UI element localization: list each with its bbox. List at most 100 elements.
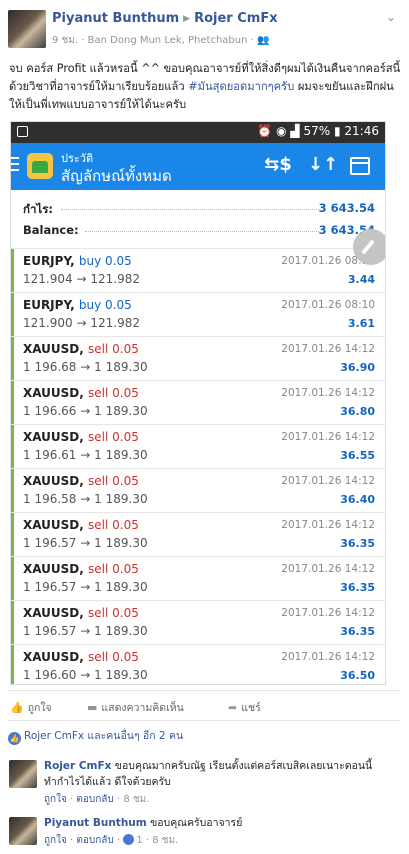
trade-date: 2017.01.26 08:10 bbox=[281, 299, 375, 311]
like-button[interactable]: 👍 ถูกใจ bbox=[10, 699, 52, 716]
trade-open-price: 1 196.60 bbox=[23, 668, 77, 682]
comment-icon: ▬ bbox=[87, 701, 98, 714]
currency-sort-icon: ⇆$ bbox=[264, 154, 292, 175]
comment-like-button[interactable]: ถูกใจ bbox=[44, 835, 67, 846]
trade-date: 2017.01.26 14:12 bbox=[281, 519, 375, 531]
trade-symbol: XAUUSD, bbox=[23, 562, 84, 576]
trade-history-list: EURJPY, buy 0.05 121.904 → 121.982 2017.01… bbox=[11, 248, 385, 684]
post-text: จบ คอร์ส Profit แล้วหรอนี้ ^^ ขอบคุณอาจา… bbox=[9, 60, 401, 114]
trade-row[interactable]: XAUUSD, sell 0.05 1 196.57 → 1 189.30 2017… bbox=[11, 512, 385, 556]
trade-date: 2017.01.26 14:12 bbox=[281, 607, 375, 619]
like-label: ถูกใจ bbox=[27, 702, 52, 714]
trade-close-price: 1 189.30 bbox=[94, 624, 148, 638]
battery-icon: ▮ bbox=[333, 124, 341, 138]
trade-profit: 36.35 bbox=[340, 625, 375, 638]
author-avatar[interactable] bbox=[8, 10, 46, 48]
comment-time[interactable]: 8 ชม. bbox=[152, 835, 178, 846]
trade-date: 2017.01.26 14:12 bbox=[281, 475, 375, 487]
dotted-leader bbox=[61, 209, 319, 210]
divider bbox=[8, 720, 401, 721]
status-bar: ⏰ ◉ ▟ 57% ▮ 21:46 bbox=[11, 122, 385, 143]
trade-close-price: 121.982 bbox=[90, 316, 140, 330]
profit-value: 3 643.54 bbox=[318, 201, 375, 215]
arrow-right-icon: → bbox=[76, 272, 87, 286]
arrow-right-icon: → bbox=[80, 492, 91, 506]
trade-row[interactable]: EURJPY, buy 0.05 121.904 → 121.982 2017.01… bbox=[11, 248, 385, 292]
trade-date: 2017.01.26 14:12 bbox=[281, 431, 375, 443]
comment-time[interactable]: 8 ชม. bbox=[123, 794, 149, 805]
app-toolbar: ประวัติ สัญลักษณ์ทั้งหมด ⇆$ ↓↑ bbox=[11, 143, 385, 190]
trade-row[interactable]: XAUUSD, sell 0.05 1 196.57 → 1 189.30 2017… bbox=[11, 600, 385, 644]
divider bbox=[8, 690, 401, 691]
trade-prices: 1 196.57 → 1 189.30 bbox=[23, 536, 148, 550]
metatrader-logo-icon bbox=[27, 153, 53, 179]
commenter-name[interactable]: Rojer CmFx bbox=[44, 760, 111, 772]
trade-open-price: 121.904 bbox=[23, 272, 73, 286]
chevron-down-icon[interactable]: ⌄ bbox=[383, 10, 399, 26]
post-header-names: Piyanut Bunthum ▶ Rojer CmFx bbox=[52, 11, 278, 26]
sort-arrows-icon: ↓↑ bbox=[308, 154, 339, 175]
trade-row[interactable]: EURJPY, buy 0.05 121.900 → 121.982 2017.01… bbox=[11, 292, 385, 336]
arrow-right-icon: → bbox=[80, 580, 91, 594]
comment-reply-button[interactable]: ตอบกลับ bbox=[76, 794, 113, 805]
trade-profit: 3.61 bbox=[347, 317, 375, 330]
recipient-name[interactable]: Rojer CmFx bbox=[194, 11, 278, 26]
phone-screenshot[interactable]: ⏰ ◉ ▟ 57% ▮ 21:46 ประวัติ สัญลักษณ์ทั้งห… bbox=[10, 121, 386, 685]
author-name[interactable]: Piyanut Bunthum bbox=[52, 11, 179, 26]
triangle-right-icon: ▶ bbox=[183, 14, 191, 24]
trade-side: sell 0.05 bbox=[88, 650, 139, 664]
comment-like-button[interactable]: ถูกใจ bbox=[44, 794, 67, 805]
trade-indicator-bar bbox=[11, 249, 14, 292]
arrow-right-icon: → bbox=[76, 316, 87, 330]
commenter-name[interactable]: Piyanut Bunthum bbox=[44, 817, 147, 829]
trade-symbol-line: XAUUSD, sell 0.05 bbox=[23, 342, 139, 356]
profit-row: กำไร: 3 643.54 bbox=[23, 201, 375, 219]
post-actions: 👍 ถูกใจ ▬ แสดงความคิดเห็น ➦ แชร์ bbox=[0, 695, 409, 717]
trade-indicator-bar bbox=[11, 645, 14, 684]
trade-row[interactable]: XAUUSD, sell 0.05 1 196.68 → 1 189.30 2017… bbox=[11, 336, 385, 380]
commenter-avatar[interactable] bbox=[9, 760, 37, 788]
comment-meta: ถูกใจ · ตอบกลับ · 1 · 8 ชม. bbox=[44, 834, 179, 846]
trade-profit: 36.50 bbox=[340, 669, 375, 682]
balance-row: Balance: 3 643.54 bbox=[23, 223, 375, 237]
share-label: แชร์ bbox=[241, 702, 261, 714]
trade-row[interactable]: XAUUSD, sell 0.05 1 196.66 → 1 189.30 2017… bbox=[11, 380, 385, 424]
trade-indicator-bar bbox=[11, 469, 14, 512]
facebook-post: Piyanut Bunthum ▶ Rojer CmFx 9 ชม. · Ban D… bbox=[0, 0, 409, 854]
trade-symbol: XAUUSD, bbox=[23, 386, 84, 400]
wifi-icon: ◉ bbox=[276, 124, 287, 138]
trade-close-price: 1 189.30 bbox=[94, 668, 148, 682]
comment-like-count[interactable]: 1 bbox=[136, 835, 142, 846]
post-meta: 9 ชม. · Ban Dong Mun Lek, Phetchabun · 👥 bbox=[52, 35, 270, 46]
dotted-leader bbox=[85, 231, 319, 232]
arrow-right-icon: → bbox=[80, 536, 91, 550]
trade-row[interactable]: XAUUSD, sell 0.05 1 196.61 → 1 189.30 2017… bbox=[11, 424, 385, 468]
clock: 21:46 bbox=[344, 124, 379, 138]
trade-row[interactable]: XAUUSD, sell 0.05 1 196.58 → 1 189.30 2017… bbox=[11, 468, 385, 512]
trade-side: sell 0.05 bbox=[88, 474, 139, 488]
hashtag-link[interactable]: #มันสุดยอดมากๆครับ bbox=[188, 80, 294, 93]
alarm-icon: ⏰ bbox=[257, 124, 273, 138]
arrow-right-icon: → bbox=[80, 624, 91, 638]
trade-symbol-line: EURJPY, buy 0.05 bbox=[23, 254, 132, 268]
trade-profit: 3.44 bbox=[347, 273, 375, 286]
share-button[interactable]: ➦ แชร์ bbox=[228, 699, 261, 716]
trade-symbol: XAUUSD, bbox=[23, 650, 84, 664]
like-reaction-icon: 👍 bbox=[8, 732, 21, 745]
post-location[interactable]: Ban Dong Mun Lek, Phetchabun bbox=[88, 35, 248, 46]
likes-summary[interactable]: 👍 Rojer CmFx และคนอื่นๆ อีก 2 คน bbox=[8, 727, 183, 745]
like-reaction-icon bbox=[123, 834, 135, 845]
arrow-right-icon: → bbox=[80, 404, 91, 418]
edit-pencil-icon[interactable] bbox=[353, 229, 385, 265]
trade-prices: 1 196.57 → 1 189.30 bbox=[23, 580, 148, 594]
comment-button[interactable]: ▬ แสดงความคิดเห็น bbox=[87, 699, 184, 716]
commenter-avatar[interactable] bbox=[9, 817, 37, 845]
toolbar-title: สัญลักษณ์ทั้งหมด bbox=[61, 167, 172, 185]
trade-side: buy 0.05 bbox=[78, 298, 132, 312]
trade-row[interactable]: XAUUSD, sell 0.05 1 196.60 → 1 189.30 2017… bbox=[11, 644, 385, 684]
trade-row[interactable]: XAUUSD, sell 0.05 1 196.57 → 1 189.30 2017… bbox=[11, 556, 385, 600]
comment-reply-button[interactable]: ตอบกลับ bbox=[76, 835, 113, 846]
account-summary: กำไร: 3 643.54 Balance: 3 643.54 bbox=[11, 192, 385, 247]
post-time[interactable]: 9 ชม. bbox=[52, 35, 78, 46]
comment-text: ขอบคุณครับอาจารย์ bbox=[150, 817, 243, 829]
